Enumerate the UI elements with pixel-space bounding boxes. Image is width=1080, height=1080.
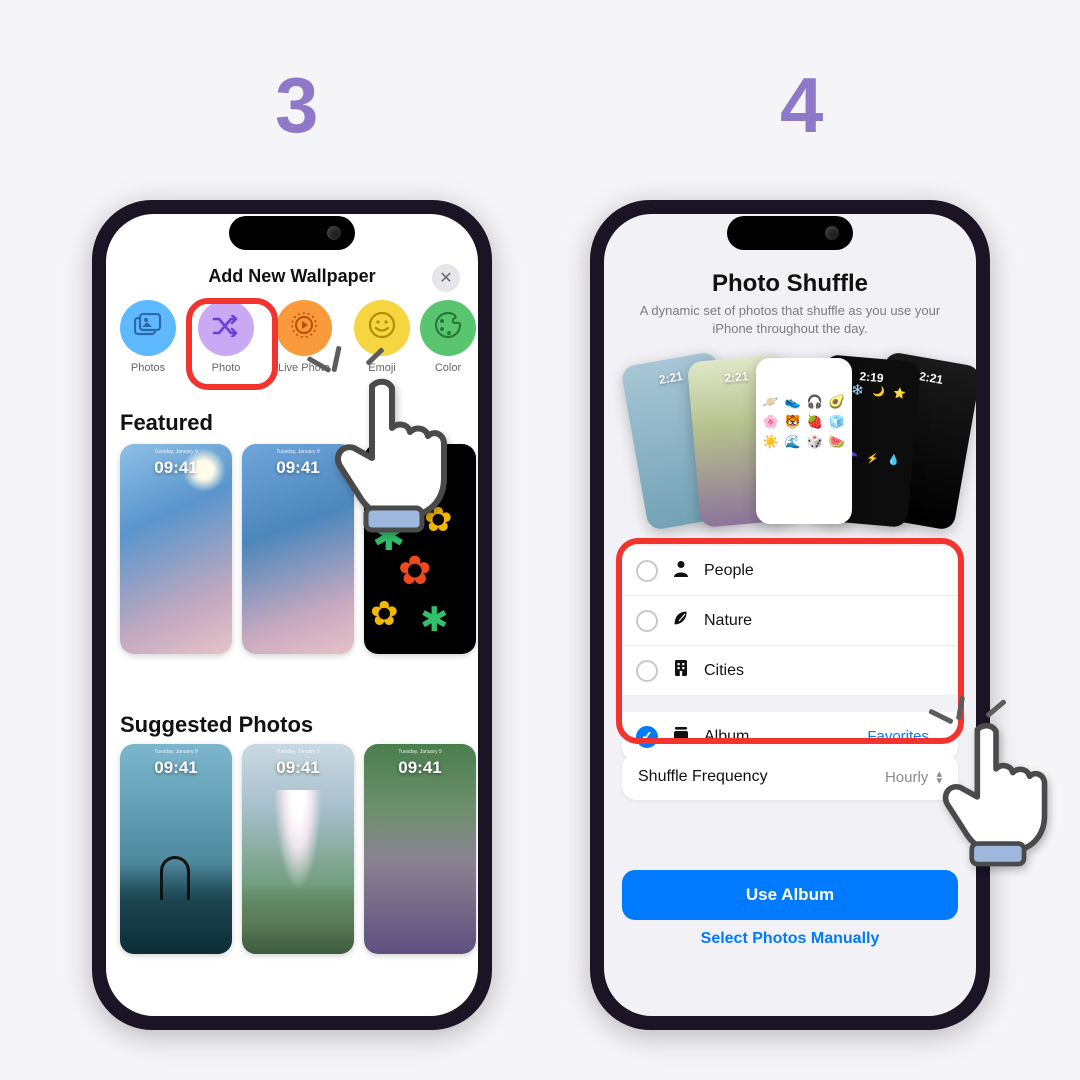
- category-live-photo[interactable]: Live Photo: [270, 300, 338, 374]
- phone-frame-right: Photo Shuffle A dynamic set of photos th…: [590, 200, 990, 1030]
- category-label: Color: [426, 362, 470, 374]
- suggested-heading: Suggested Photos: [120, 712, 313, 738]
- suggested-card[interactable]: Tuesday, January 9 09:41: [242, 744, 354, 954]
- shuffle-frequency-row[interactable]: Shuffle Frequency Hourly ▴▾: [622, 754, 958, 800]
- close-button[interactable]: ✕: [432, 264, 460, 292]
- use-album-button[interactable]: Use Album: [622, 870, 958, 920]
- preview-stack: 2:21 2:21 🪐👟🎧🥑 🌸🐯🍓🧊 ☀️🌊🎲🍉 2:19 ☁️❄️🌙⭐ 🌧️…: [604, 354, 976, 530]
- screen-photo-shuffle: Photo Shuffle A dynamic set of photos th…: [604, 214, 976, 1016]
- palette-icon: [433, 310, 463, 347]
- page-description: A dynamic set of photos that shuffle as …: [634, 302, 946, 337]
- tap-indicator-hand: [940, 720, 1080, 875]
- dynamic-island: [727, 216, 853, 250]
- frequency-value: Hourly: [885, 769, 928, 786]
- highlight-options: [616, 538, 964, 744]
- highlight-photo-shuffle: [186, 298, 278, 390]
- phone-frame-left: Add New Wallpaper ✕ Photos Photo: [92, 200, 492, 1030]
- emoji-icon: [367, 310, 397, 347]
- page-title: Add New Wallpaper: [208, 266, 375, 287]
- dynamic-island: [229, 216, 355, 250]
- category-emoji[interactable]: Emoji: [348, 300, 416, 374]
- frequency-label: Shuffle Frequency: [638, 768, 768, 786]
- featured-card-weather[interactable]: Tuesday, January 9 09:41 Weather: [120, 444, 232, 654]
- screen-add-wallpaper: Add New Wallpaper ✕ Photos Photo: [106, 214, 478, 1016]
- live-photo-icon: [288, 309, 320, 348]
- category-label: Photos: [114, 362, 182, 374]
- step-number-3: 3: [275, 60, 318, 151]
- suggested-row: Tuesday, January 9 09:41 Tuesday, Januar…: [120, 744, 478, 954]
- category-row: Photos Photo Live Photo Emoji: [106, 300, 478, 374]
- suggested-card[interactable]: Tuesday, January 9 09:41: [120, 744, 232, 954]
- featured-heading: Featured: [120, 410, 213, 436]
- category-label: Emoji: [348, 362, 416, 374]
- page-title: Photo Shuffle: [604, 270, 976, 298]
- gallery-icon: [134, 313, 162, 344]
- tap-indicator-hand: [332, 376, 482, 541]
- close-icon: ✕: [439, 268, 452, 288]
- select-photos-manually-link[interactable]: Select Photos Manually: [604, 930, 976, 948]
- suggested-card[interactable]: Tuesday, January 9 09:41: [364, 744, 476, 954]
- category-photos[interactable]: Photos: [114, 300, 182, 374]
- category-color[interactable]: Color: [426, 300, 470, 374]
- sticker-preview: 🪐👟🎧🥑 🌸🐯🍓🧊 ☀️🌊🎲🍉: [762, 394, 846, 450]
- step-number-4: 4: [780, 60, 823, 151]
